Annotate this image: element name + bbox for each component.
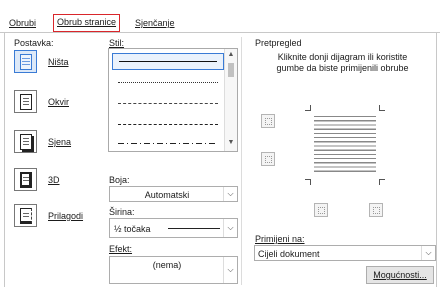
setting-item-box[interactable]: Okvir [14,90,104,116]
width-label: Širina: [109,207,135,217]
setting-item-custom[interactable]: Prilagodi [14,204,104,230]
apply-to-value: Cijeli dokument [258,249,320,259]
color-dropdown[interactable]: Automatski ⌵ [109,186,238,202]
style-scrollbar[interactable]: ▲ ▼ [224,49,237,151]
style-label: Stil: [109,38,125,48]
style-option-dashed[interactable] [118,124,218,125]
scroll-down-icon[interactable]: ▼ [225,139,237,146]
tab-borders-label: Obrubi [9,18,37,28]
setting-item-none-label: Ništa [48,57,69,67]
setting-item-custom-label: Prilagodi [48,211,84,221]
art-label: Efekt: [109,244,133,254]
top-border-button[interactable] [261,114,275,128]
style-option-dashed-fine[interactable] [118,103,218,104]
style-option-dash-dot[interactable] [118,143,218,144]
setting-item-shadow[interactable]: Sjena [14,130,104,156]
width-dropdown[interactable]: ½ točaka ⌵ [109,218,238,238]
preview-text-lines [314,116,376,173]
color-label: Boja: [109,175,130,185]
preview-diagram[interactable] [300,100,390,190]
setting-item-box-label: Okvir [48,97,69,107]
tab-page-border-label: Obrub stranice [57,17,117,27]
tab-shading-label: Sjenčanje [135,18,175,28]
width-value: ½ točaka [114,224,151,234]
scroll-up-icon[interactable]: ▲ [225,51,237,58]
right-border-button[interactable] [369,203,383,217]
preset-box-icon [14,90,37,113]
style-option-solid[interactable] [112,53,224,70]
bottom-border-button[interactable] [261,152,275,166]
left-border-button[interactable] [314,203,328,217]
setting-item-3d-label: 3D [48,175,60,185]
style-option-dotted[interactable] [118,82,218,83]
preset-none-icon [14,50,37,73]
tab-borders[interactable]: Obrubi [6,16,39,32]
tab-shading[interactable]: Sjenčanje [132,16,178,32]
apply-to-label: Primijeni na: [255,234,305,244]
width-preview-line [168,228,220,229]
chevron-down-icon[interactable]: ⌵ [421,246,435,260]
column-separator [241,37,242,285]
chevron-down-icon[interactable]: ⌵ [223,257,237,283]
setting-item-shadow-label: Sjena [48,137,72,147]
preset-shadow-icon [14,130,37,153]
preview-label: Pretpregled [255,38,302,48]
tab-bar: Obrubi Obrub stranice Sjenčanje [0,0,440,34]
setting-item-3d[interactable]: 3D [14,168,104,194]
art-dropdown[interactable]: (nema) ⌵ [109,256,238,284]
chevron-down-icon[interactable]: ⌵ [223,187,237,201]
setting-item-none[interactable]: Ništa [14,50,104,76]
preset-3d-icon [14,168,37,191]
chevron-down-icon[interactable]: ⌵ [223,219,237,237]
style-list[interactable]: ▲ ▼ [108,48,238,152]
options-button[interactable]: Mogućnosti... [366,266,434,284]
preview-hint: Kliknite donji dijagram ili koristite gu… [276,52,409,73]
apply-to-dropdown[interactable]: Cijeli dokument ⌵ [254,245,436,261]
color-value: Automatski [144,190,190,200]
art-value: (nema) [152,260,182,270]
preset-custom-icon [14,204,37,227]
scroll-thumb[interactable] [228,63,234,77]
setting-label: Postavka: [14,38,54,48]
tab-page-border[interactable]: Obrub stranice [53,14,121,32]
